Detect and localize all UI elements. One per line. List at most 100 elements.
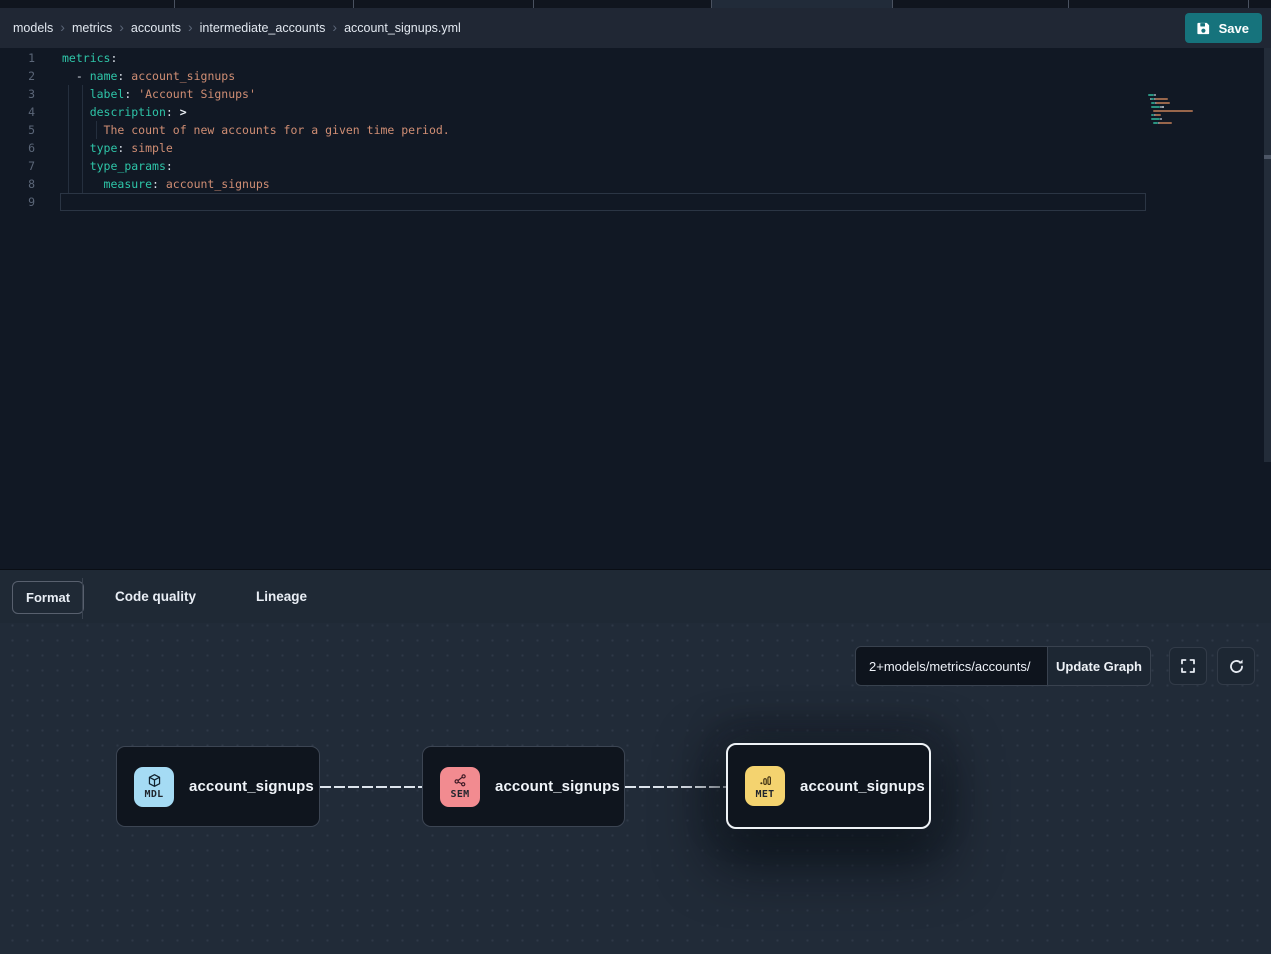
bottom-panel: Format Code quality Lineage Update Graph	[0, 569, 1271, 954]
lineage-edge	[625, 786, 727, 788]
file-tab-active[interactable]	[712, 0, 893, 8]
update-graph-button[interactable]: Update Graph	[1047, 647, 1150, 685]
editor-line[interactable]: 1metrics:	[0, 49, 1271, 67]
indent-guide	[96, 121, 97, 139]
breadcrumb-item[interactable]: accounts	[131, 21, 181, 35]
minimap-line	[1148, 122, 1210, 124]
minimap-line	[1148, 118, 1210, 120]
line-number: 8	[0, 175, 48, 193]
code-text: label: 'Account Signups'	[48, 85, 256, 103]
code-text: The count of new accounts for a given ti…	[48, 121, 450, 139]
editor-line[interactable]: 8 measure: account_signups	[0, 175, 1271, 193]
indent-guide	[68, 85, 69, 193]
floppy-disk-icon	[1196, 21, 1211, 36]
panel-header: Format Code quality Lineage	[0, 570, 1271, 623]
code-text: - name: account_signups	[48, 67, 235, 85]
fullscreen-button[interactable]	[1169, 647, 1207, 685]
minimap-token	[1153, 110, 1193, 112]
minimap-line	[1148, 114, 1210, 116]
file-tab[interactable]	[175, 0, 354, 8]
breadcrumb-item[interactable]: account_signups.yml	[344, 21, 461, 35]
breadcrumb-item[interactable]: metrics	[72, 21, 112, 35]
minimap-token	[1154, 94, 1156, 96]
scrollbar-marker	[1264, 155, 1271, 159]
line-number: 7	[0, 157, 48, 175]
file-tab[interactable]	[534, 0, 712, 8]
format-button[interactable]: Format	[12, 581, 84, 614]
minimap-token	[1151, 118, 1160, 120]
editor-line[interactable]: 5 The count of new accounts for a given …	[0, 121, 1271, 139]
breadcrumb: models › metrics › accounts › intermediate_acc…	[13, 20, 461, 36]
minimap-token	[1156, 102, 1170, 104]
lineage-canvas[interactable]: Update Graph MDL account_signups SEM accoun…	[0, 623, 1271, 954]
minimap-line	[1148, 98, 1210, 100]
node-type-badge: MET	[745, 766, 785, 806]
code-text: type_params:	[48, 157, 173, 175]
save-button-label: Save	[1219, 21, 1249, 36]
file-tab[interactable]	[893, 0, 1069, 8]
save-button[interactable]: Save	[1185, 13, 1262, 43]
code-text: metrics:	[48, 49, 117, 67]
minimap-line	[1148, 110, 1210, 112]
semantic-model-icon	[453, 773, 468, 788]
minimap-line	[1148, 126, 1210, 128]
panel-tabs: Code quality Lineage	[99, 570, 323, 623]
minimap-token	[1162, 106, 1164, 108]
node-type-badge: MDL	[134, 767, 174, 807]
line-number: 3	[0, 85, 48, 103]
line-number: 9	[0, 193, 48, 211]
editor-scrollbar[interactable]	[1264, 48, 1271, 462]
minimap-token	[1159, 122, 1172, 124]
breadcrumb-item[interactable]: models	[13, 21, 53, 35]
model-icon	[147, 773, 162, 788]
minimap[interactable]	[1148, 94, 1210, 130]
node-label: account_signups	[495, 778, 620, 795]
node-type-badge: SEM	[440, 767, 480, 807]
editor-line[interactable]: 2 - name: account_signups	[0, 67, 1271, 85]
minimap-line	[1148, 102, 1210, 104]
minimap-line	[1148, 106, 1210, 108]
node-label: account_signups	[189, 778, 314, 795]
line-number: 4	[0, 103, 48, 121]
chevron-right-icon: ›	[332, 19, 337, 35]
refresh-icon	[1228, 658, 1245, 675]
editor-line[interactable]: 7 type_params:	[0, 157, 1271, 175]
fullscreen-icon	[1180, 658, 1196, 674]
tab-code-quality[interactable]: Code quality	[99, 570, 212, 623]
editor-line[interactable]: 6 type: simple	[0, 139, 1271, 157]
file-tab	[1249, 0, 1271, 8]
minimap-token	[1160, 118, 1162, 120]
file-tab-strip	[0, 0, 1271, 8]
file-tab[interactable]	[1069, 0, 1249, 8]
code-editor[interactable]: 1metrics:2 - name: account_signups3 labe…	[0, 48, 1271, 569]
line-number: 5	[0, 121, 48, 139]
minimap-token	[1148, 94, 1154, 96]
file-tab[interactable]	[0, 0, 175, 8]
header-divider	[82, 578, 83, 619]
lineage-edge	[320, 786, 422, 788]
editor-line[interactable]: 4 description: >	[0, 103, 1271, 121]
refresh-button[interactable]	[1217, 647, 1255, 685]
chevron-right-icon: ›	[188, 19, 193, 35]
lineage-node-sem[interactable]: SEM account_signups	[422, 746, 625, 827]
lineage-node-met[interactable]: MET account_signups	[726, 743, 931, 829]
lineage-node-mdl[interactable]: MDL account_signups	[116, 746, 320, 827]
line-number: 6	[0, 139, 48, 157]
minimap-line	[1148, 94, 1210, 96]
minimap-token	[1155, 114, 1161, 116]
tab-lineage[interactable]: Lineage	[240, 570, 323, 623]
current-line-highlight	[60, 193, 1146, 211]
line-number: 1	[0, 49, 48, 67]
lineage-filter-group: Update Graph	[855, 646, 1151, 686]
lineage-filter-input[interactable]	[856, 647, 1047, 685]
chevron-right-icon: ›	[60, 19, 65, 35]
line-number: 2	[0, 67, 48, 85]
editor-line[interactable]: 3 label: 'Account Signups'	[0, 85, 1271, 103]
breadcrumb-item[interactable]: intermediate_accounts	[200, 21, 326, 35]
indent-guide	[82, 85, 83, 193]
file-tab[interactable]	[354, 0, 534, 8]
metric-icon	[758, 773, 773, 788]
node-label: account_signups	[800, 778, 925, 795]
node-type-label: SEM	[451, 789, 470, 800]
breadcrumb-bar: models › metrics › accounts › intermediate_acc…	[0, 8, 1271, 48]
